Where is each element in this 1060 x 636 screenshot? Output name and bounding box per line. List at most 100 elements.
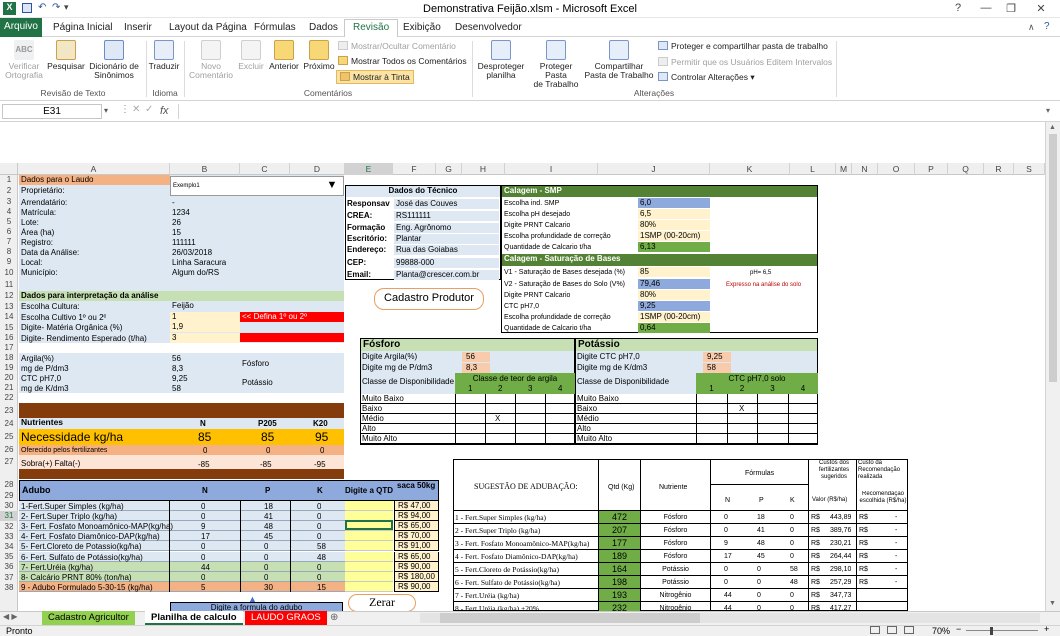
row-header[interactable]: 23 <box>0 403 18 418</box>
potassio-value[interactable]: 9,25 <box>703 352 731 362</box>
row-header[interactable]: 35 <box>0 552 18 562</box>
help-icon[interactable]: ? <box>1044 21 1050 32</box>
column-header[interactable]: K <box>710 163 790 175</box>
tecnico-value[interactable]: Rua das Goiabas <box>394 245 499 255</box>
zerar-button[interactable]: Zerar <box>348 594 416 612</box>
formula-input[interactable] <box>178 104 1038 119</box>
translate-button[interactable]: Traduzir <box>146 40 182 71</box>
name-box[interactable]: E31 <box>2 104 102 119</box>
zoom-slider-handle[interactable] <box>990 627 993 635</box>
interp-value[interactable]: 1,9 <box>170 322 240 332</box>
tecnico-value[interactable]: Plantar <box>394 234 499 244</box>
close-button[interactable]: ✕ <box>1028 2 1054 16</box>
sheet-nav-icons[interactable]: ◀ ▶ <box>3 612 18 621</box>
minimize-button[interactable]: — <box>973 2 999 16</box>
row-header[interactable]: 33 <box>0 532 18 542</box>
unprotect-sheet-button[interactable]: Desproteger planilha <box>474 40 528 80</box>
show-ink-button[interactable]: Mostrar à Tinta <box>336 70 414 84</box>
select-all-corner[interactable] <box>0 163 18 175</box>
row-header[interactable]: 17 <box>0 343 18 353</box>
tab-layout[interactable]: Layout da Página <box>169 22 247 33</box>
row-header[interactable]: 6 <box>0 227 18 237</box>
column-header[interactable]: I <box>505 163 598 175</box>
tab-formulas[interactable]: Fórmulas <box>254 22 296 33</box>
interp-value[interactable]: 3 <box>170 333 240 343</box>
scroll-up-icon[interactable]: ▲ <box>1049 124 1056 131</box>
laudo-value[interactable]: 26 <box>172 218 181 227</box>
thesaurus-button[interactable]: Dicionário de Sinônimos <box>86 40 142 80</box>
column-header[interactable]: N <box>852 163 878 175</box>
cancel-entry-icon[interactable]: ✕ <box>132 104 140 115</box>
expand-formula-bar-icon[interactable]: ▾ <box>1046 106 1050 115</box>
show-all-comments-button[interactable]: Mostrar Todos os Comentários <box>338 56 467 66</box>
row-header[interactable]: 19 <box>0 363 18 373</box>
row-header[interactable]: 3 <box>0 197 18 207</box>
saturacao-value[interactable]: 9,25 <box>638 301 710 311</box>
column-header[interactable]: M <box>836 163 852 175</box>
next-comment-button[interactable]: Próximo <box>302 40 336 71</box>
tab-revisao[interactable]: Revisão <box>344 19 399 38</box>
row-header[interactable]: 34 <box>0 542 18 552</box>
column-header[interactable]: O <box>878 163 915 175</box>
search-button[interactable]: Pesquisar <box>46 40 86 71</box>
laudo-value[interactable]: 15 <box>172 228 181 237</box>
row-header[interactable]: 16 <box>0 333 18 343</box>
row-header[interactable]: 4 <box>0 207 18 217</box>
delete-comment-button[interactable]: Excluir <box>236 40 266 71</box>
column-header[interactable]: A <box>18 163 170 175</box>
row-header[interactable]: 10 <box>0 267 18 279</box>
dropdown-arrow-icon[interactable]: ▼ <box>322 178 342 192</box>
column-header[interactable]: Q <box>948 163 984 175</box>
tecnico-value[interactable]: RS111111 <box>394 211 499 221</box>
tecnico-value[interactable]: Planta@crescer.com.br <box>394 270 499 280</box>
column-header[interactable]: P <box>915 163 948 175</box>
tecnico-value[interactable]: Eng. Agrônomo <box>394 223 499 233</box>
tecnico-value[interactable]: José das Couves <box>394 199 499 209</box>
restore-button[interactable]: ❐ <box>998 2 1024 16</box>
laudo-value[interactable]: 1234 <box>172 208 190 217</box>
smp-value[interactable]: 1SMP (00-20cm) <box>638 231 710 241</box>
row-header[interactable]: 32 <box>0 522 18 532</box>
row-header[interactable]: 18 <box>0 353 18 363</box>
show-hide-comment-button[interactable]: Mostrar/Ocultar Comentário <box>338 41 456 51</box>
laudo-value[interactable]: 26/03/2018 <box>172 248 212 257</box>
row-header[interactable]: 15 <box>0 322 18 333</box>
file-tab[interactable]: Arquivo <box>0 18 42 37</box>
vertical-scrollbar[interactable]: ▲ ▼ <box>1045 122 1060 611</box>
column-header[interactable]: R <box>984 163 1014 175</box>
column-header[interactable]: H <box>462 163 505 175</box>
share-workbook-button[interactable]: Compartilhar Pasta de Trabalho <box>584 40 654 80</box>
laudo-value[interactable]: Linha Saracura <box>172 258 226 267</box>
fosforo-value[interactable]: 8,3 <box>462 363 490 373</box>
adubo-qtd-input[interactable] <box>345 531 393 542</box>
row-header[interactable]: 29 <box>0 491 18 501</box>
new-comment-button[interactable]: Novo Comentário <box>186 40 236 80</box>
zoom-out-icon[interactable]: − <box>956 624 961 634</box>
zoom-slider[interactable] <box>966 630 1038 631</box>
allow-edit-ranges-button[interactable]: Permitir que os Usuários Editem Interval… <box>658 57 832 67</box>
zoom-in-icon[interactable]: + <box>1044 624 1049 634</box>
column-header[interactable]: J <box>598 163 710 175</box>
spell-check-button[interactable]: ABC Verificar Ortografia <box>2 40 46 80</box>
minimize-ribbon-icon[interactable]: ∧ <box>1028 22 1035 33</box>
row-header[interactable]: 31 <box>0 511 18 522</box>
adubo-qtd-input[interactable] <box>345 561 393 572</box>
zoom-level[interactable]: 70% <box>932 626 950 636</box>
column-header[interactable]: D <box>290 163 345 175</box>
row-header[interactable]: 28 <box>0 480 18 490</box>
previous-comment-button[interactable]: Anterior <box>266 40 302 71</box>
sheet-tab-planilha[interactable]: Planilha de calculo <box>145 611 243 625</box>
smp-value[interactable]: 6,0 <box>638 198 710 208</box>
row-header[interactable]: 36 <box>0 562 18 572</box>
normal-view-icon[interactable] <box>870 626 880 634</box>
tab-inserir[interactable]: Inserir <box>124 22 152 33</box>
row-header[interactable]: 7 <box>0 237 18 247</box>
horizontal-scrollbar[interactable] <box>420 613 1040 623</box>
row-header[interactable]: 26 <box>0 445 18 455</box>
tab-desenvolvedor[interactable]: Desenvolvedor <box>455 22 522 33</box>
row-header[interactable]: 11 <box>0 279 18 291</box>
column-header[interactable]: G <box>436 163 462 175</box>
scroll-down-icon[interactable]: ▼ <box>1049 600 1056 607</box>
track-changes-button[interactable]: Controlar Alterações ▾ <box>658 72 755 83</box>
adubo-qtd-input[interactable] <box>345 581 393 592</box>
